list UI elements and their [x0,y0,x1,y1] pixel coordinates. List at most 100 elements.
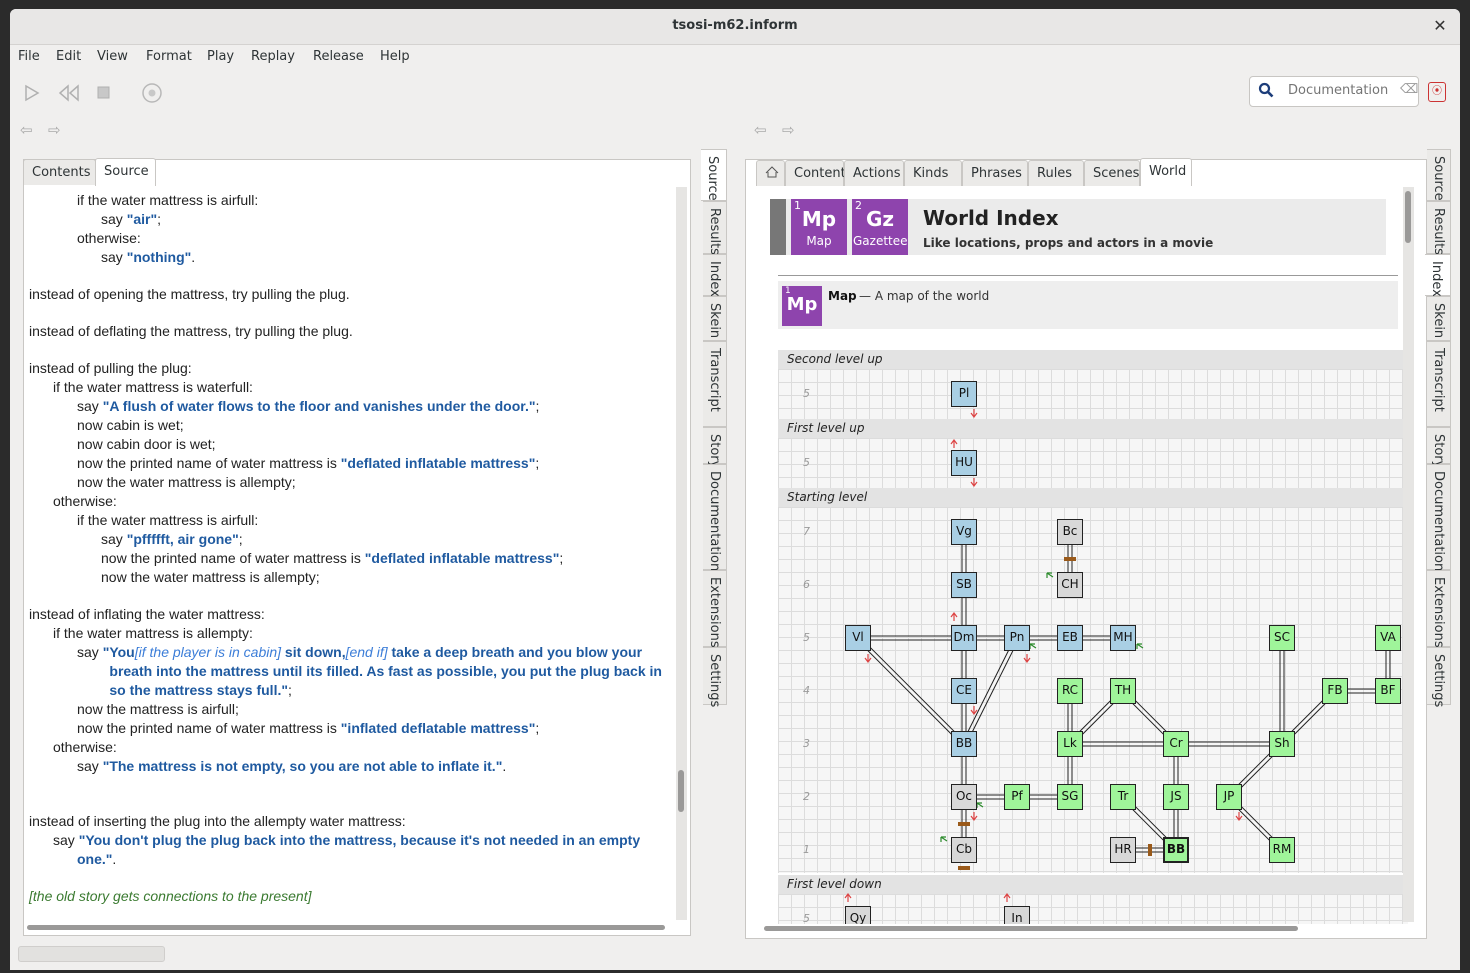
map-room[interactable]: JP [1216,784,1242,810]
map-room[interactable]: CH [1057,572,1083,598]
index-horizontal-scrollbar[interactable] [764,925,1404,933]
map-room[interactable]: Qy [845,906,871,924]
map-room[interactable]: HU [951,450,977,476]
map-room[interactable]: MH [1110,625,1136,651]
left-side-tab-documentation[interactable]: Documentation [703,464,727,571]
code-text: instead of opening the mattress, try pul… [29,286,350,302]
menu-replay[interactable]: Replay [251,49,295,64]
map-room[interactable]: BB [951,731,977,757]
map-room[interactable]: In [1004,906,1030,924]
right-forward-arrow-icon[interactable]: ⇨ [782,121,795,139]
search-input[interactable] [1288,83,1398,98]
left-side-tab-index[interactable]: Index [703,254,727,297]
map-room[interactable]: BB [1163,837,1189,863]
left-side-tab-story[interactable]: Story [703,427,727,468]
menu-view[interactable]: View [97,49,128,64]
right-back-arrow-icon[interactable]: ⇦ [754,121,767,139]
menu-play[interactable]: Play [207,49,234,64]
tab-contents[interactable]: Contents [785,160,852,186]
menu-file[interactable]: File [18,49,40,64]
left-back-arrow-icon[interactable]: ⇦ [20,121,33,139]
code-comment: [the old story gets connections to the p… [29,888,312,904]
code-line: now the water mattress is allempty; [77,474,296,490]
map-room[interactable]: JS [1163,784,1189,810]
index-vertical-scrollbar[interactable] [1403,187,1414,922]
stop-icon[interactable] [96,85,112,101]
right-side-tab-transcript[interactable]: Transcript [1427,341,1451,427]
tab-contents[interactable]: Contents [23,159,96,185]
code-line: now the water mattress is allempty; [101,569,320,585]
tab-actions[interactable]: Actions [844,160,904,186]
left-side-tab-transcript[interactable]: Transcript [703,341,727,427]
map-room[interactable]: EB [1057,625,1083,651]
left-side-tab-skein[interactable]: Skein [703,296,727,341]
map-room[interactable]: CE [951,678,977,704]
code-text: ; [559,550,564,566]
right-side-tab-settings[interactable]: Settings [1427,647,1451,707]
tab-source[interactable]: Source [95,158,156,186]
code-string: "air" [126,211,158,227]
play-icon[interactable] [23,84,41,102]
tab-world[interactable]: World [1140,158,1192,186]
map-room[interactable]: Oc [951,784,977,810]
left-side-tab-settings[interactable]: Settings [703,647,727,707]
map-room[interactable]: Dm [951,625,977,651]
tab-scenes[interactable]: Scenes [1084,160,1140,186]
right-side-tab-results[interactable]: Results [1427,201,1451,255]
map-room[interactable]: Tr [1110,784,1136,810]
map-room[interactable]: FB [1322,678,1348,704]
right-side-tab-source[interactable]: Source [1427,149,1451,201]
map-room[interactable]: SG [1057,784,1083,810]
map-room[interactable]: Pn [1004,625,1030,651]
clear-search-icon[interactable]: ⌫ [1400,82,1418,97]
source-vertical-scrollbar[interactable] [676,187,687,920]
map-room[interactable]: Pl [951,381,977,407]
map-room[interactable]: RC [1057,678,1083,704]
map-room[interactable]: SB [951,572,977,598]
map-room[interactable]: TH [1110,678,1136,704]
map-room[interactable]: HR [1110,837,1136,863]
left-forward-arrow-icon[interactable]: ⇨ [48,121,61,139]
map-room[interactable]: Bc [1057,519,1083,545]
window-horizontal-scrollbar[interactable] [18,946,165,962]
tab-home[interactable] [756,160,785,186]
tab-phrases[interactable]: Phrases [962,160,1028,186]
map-room[interactable]: Cr [1163,731,1189,757]
menu-edit[interactable]: Edit [56,49,81,64]
right-side-tab-story[interactable]: Story [1427,427,1451,468]
menu-release[interactable]: Release [313,49,364,64]
menu-format[interactable]: Format [146,49,192,64]
tab-kinds[interactable]: Kinds [904,160,962,186]
window-title: tsosi-m62.inform [672,18,798,33]
side-tab-label: Index [707,261,722,297]
release-icon[interactable] [141,82,163,104]
map-room[interactable]: SC [1269,625,1295,651]
left-side-tab-source[interactable]: Source [701,149,727,201]
map-room[interactable]: Cb [951,837,977,863]
source-horizontal-scrollbar[interactable] [27,923,677,931]
map-room[interactable]: Lk [1057,731,1083,757]
map-connections [844,409,1391,902]
map-room[interactable]: Vl [845,625,871,651]
map-connection [859,636,966,743]
menu-help[interactable]: Help [380,49,410,64]
left-side-tab-results[interactable]: Results [703,201,727,255]
right-side-tab-extensions[interactable]: Extensions [1427,570,1451,648]
tab-rules[interactable]: Rules [1028,160,1084,186]
replay-icon[interactable] [58,84,80,102]
map-room[interactable]: RM [1269,837,1295,863]
map-room[interactable]: Vg [951,519,977,545]
map-room[interactable]: VA [1375,625,1401,651]
right-side-tab-documentation[interactable]: Documentation [1427,464,1451,571]
right-side-tab-skein[interactable]: Skein [1427,296,1451,341]
right-side-tab-index[interactable]: Index [1425,254,1451,297]
documentation-search[interactable]: ⌫ [1249,76,1419,107]
map-room[interactable]: Pf [1004,784,1030,810]
code-substitution: [end if] [345,644,388,660]
source-code-editor[interactable]: if the water mattress is airfull: say "ai… [24,186,674,919]
map-room[interactable]: BF [1375,678,1401,704]
left-side-tab-extensions[interactable]: Extensions [703,570,727,648]
map-room[interactable]: Sh [1269,731,1295,757]
bug-report-icon[interactable]: ⦿ [1428,82,1446,102]
close-button[interactable]: ✕ [1428,15,1452,37]
